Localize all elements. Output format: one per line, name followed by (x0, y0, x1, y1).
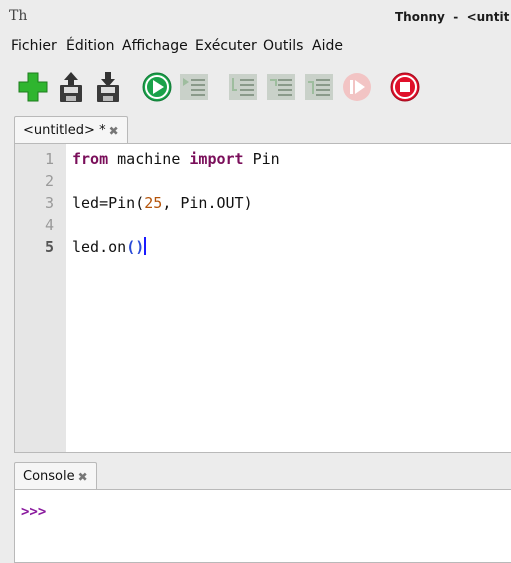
editor-tab-bar: <untitled> * ✖ (14, 116, 511, 144)
window-title: Thonny - <untit (395, 10, 510, 24)
new-file-icon (18, 72, 48, 102)
line-number-current: 5 (44, 238, 54, 256)
menu-fichier[interactable]: Fichier (11, 38, 57, 54)
line-number: 4 (44, 216, 54, 234)
close-icon[interactable]: ✖ (109, 124, 119, 138)
step-over-button[interactable] (226, 70, 260, 104)
run-button[interactable] (140, 70, 174, 104)
console-tab-bar: Console ✖ (14, 462, 511, 490)
step-over-icon (229, 74, 257, 100)
title-bar: Th Thonny - <untit (0, 0, 511, 34)
code-text: led.on (72, 238, 127, 256)
menu-outils[interactable]: Outils (263, 38, 303, 54)
code-line-3: led=Pin(25, Pin.OUT) (72, 192, 253, 214)
debug-button[interactable] (177, 70, 211, 104)
resume-icon (343, 73, 371, 101)
matched-paren: ( (126, 238, 136, 256)
menu-edition[interactable]: Édition (66, 38, 114, 54)
menu-affichage[interactable]: Affichage (122, 38, 188, 54)
tab-untitled[interactable]: <untitled> * ✖ (14, 116, 128, 144)
code-text: Pin (243, 150, 280, 168)
shell-prompt: >>> (21, 504, 47, 520)
run-icon (142, 72, 172, 102)
step-into-button[interactable] (264, 70, 298, 104)
code-line-5: led.on() (72, 236, 147, 258)
number-literal: 25 (144, 194, 163, 212)
code-line-1: from machine import Pin (72, 148, 280, 170)
menu-aide[interactable]: Aide (312, 38, 343, 54)
toolbar (0, 62, 511, 112)
step-into-icon (267, 74, 295, 100)
stop-icon (390, 72, 420, 102)
save-file-icon (97, 72, 119, 102)
shell-console[interactable]: >>> (14, 489, 511, 563)
line-number: 2 (44, 172, 54, 190)
close-icon[interactable]: ✖ (78, 470, 88, 484)
tab-console[interactable]: Console ✖ (14, 462, 97, 490)
open-file-button[interactable] (54, 70, 88, 104)
stop-button[interactable] (388, 70, 422, 104)
menu-executer[interactable]: Exécuter (195, 38, 257, 54)
text-cursor (144, 237, 147, 255)
resume-button[interactable] (340, 70, 374, 104)
line-number: 1 (44, 150, 54, 168)
line-number: 3 (44, 194, 54, 212)
matched-paren: ) (135, 238, 145, 256)
code-text: led=Pin( (72, 194, 145, 212)
keyword: from (72, 150, 109, 168)
tab-label: <untitled> * (23, 123, 106, 138)
menu-bar: Fichier Édition Affichage Exécuter Outil… (0, 34, 511, 58)
thonny-logo-icon: Th (9, 8, 28, 24)
new-file-button[interactable] (16, 70, 50, 104)
save-file-button[interactable] (91, 70, 125, 104)
keyword: import (189, 150, 244, 168)
line-number-gutter: 1 2 3 4 5 (15, 144, 66, 452)
step-out-button[interactable] (302, 70, 336, 104)
open-file-icon (60, 72, 82, 102)
tab-label: Console (23, 469, 75, 484)
step-out-icon (305, 74, 333, 100)
code-editor[interactable]: 1 2 3 4 5 from machine import Pin led=Pi… (14, 143, 511, 453)
code-text: machine (108, 150, 190, 168)
debug-icon (180, 74, 208, 100)
code-text: , Pin.OUT) (162, 194, 253, 212)
